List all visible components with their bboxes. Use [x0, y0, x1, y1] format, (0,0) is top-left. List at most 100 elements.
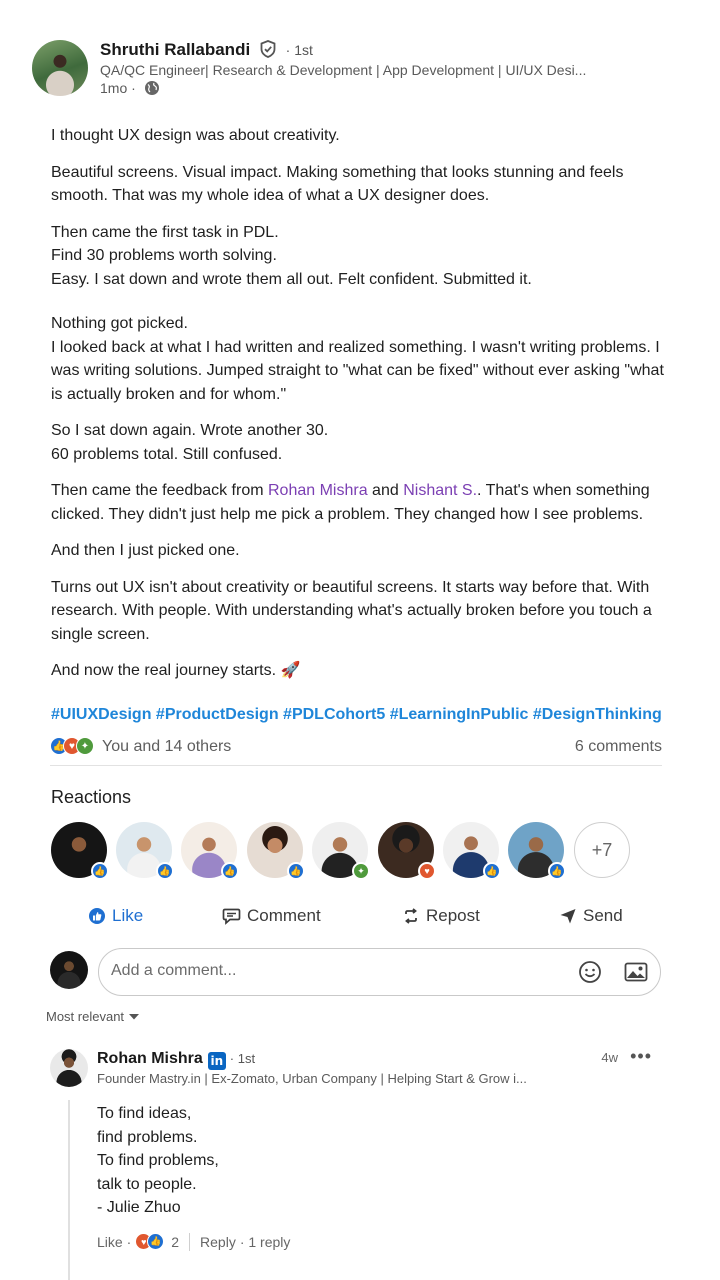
reactor-avatar[interactable]: 👍: [443, 822, 501, 880]
comment-reaction-icons: ♥ 👍: [135, 1233, 169, 1251]
celebrate-badge-icon: ✦: [352, 862, 370, 880]
thread-line: [68, 1100, 70, 1280]
like-label: Like: [112, 906, 144, 925]
paragraph-text: Then came the feedback from: [51, 482, 268, 499]
like-reaction-icon: 👍: [147, 1233, 165, 1250]
mention-nishant[interactable]: Nishant S.: [403, 482, 477, 499]
reactor-avatar[interactable]: 👍: [116, 822, 174, 880]
love-badge-icon: ♥: [418, 862, 436, 880]
comment-actions: Like · ♥ 👍 2 Reply · 1 reply: [97, 1231, 290, 1253]
comment-button[interactable]: Comment: [222, 898, 321, 934]
comment-label: Comment: [247, 906, 321, 925]
post-meta: 1mo ·: [100, 80, 160, 99]
like-badge-icon: 👍: [221, 862, 239, 880]
commenter-name-row[interactable]: Rohan Mishra in · 1st: [97, 1050, 255, 1070]
image-icon[interactable]: [624, 961, 648, 988]
send-button[interactable]: Send: [559, 898, 623, 934]
comment-time: 4w: [601, 1050, 618, 1065]
paragraph-line: 60 problems total. Still confused.: [51, 445, 283, 463]
author-name-row[interactable]: Shruthi Rallabandi · 1st: [100, 40, 313, 63]
reaction-icons: 👍 ♥ ✦: [50, 737, 98, 757]
like-badge-icon: 👍: [483, 862, 501, 880]
paragraph-line: Then came the first task in PDL.: [51, 223, 279, 241]
paragraph-text: and: [367, 482, 404, 499]
repost-icon: [405, 908, 417, 924]
paragraph: And now the real journey starts. 🚀: [51, 662, 301, 679]
thumbs-up-icon: [89, 908, 105, 924]
paragraph: Then came the first task in PDL. Find 30…: [51, 221, 671, 292]
sort-dropdown[interactable]: Most relevant: [46, 1009, 140, 1024]
send-label: Send: [583, 906, 623, 925]
comment-icon: [222, 908, 241, 925]
post-body: I thought UX design was about creativity…: [51, 124, 671, 696]
like-button[interactable]: Like: [88, 898, 143, 934]
post-header: Shruthi Rallabandi · 1st QA/QC Engineer|…: [32, 38, 652, 100]
paragraph-line: So I sat down again. Wrote another 30.: [51, 422, 329, 439]
paragraph: Then came the feedback from Rohan Mishra…: [51, 479, 671, 526]
reactions-title: Reactions: [51, 787, 132, 807]
connection-degree: · 1st: [285, 42, 313, 58]
paragraph: Nothing got picked. I looked back at wha…: [51, 312, 671, 406]
social-counts-bar[interactable]: 👍 ♥ ✦ You and 14 others 6 comments: [50, 736, 662, 760]
comment-input[interactable]: Add a comment...: [98, 948, 661, 996]
comment-item: Rohan Mishra in · 1st Founder Mastry.in | …: [50, 1046, 662, 1280]
paragraph: So I sat down again. Wrote another 30. 6…: [51, 419, 671, 466]
comment-composer: Add a comment...: [50, 948, 662, 998]
separator: [189, 1233, 191, 1251]
author-avatar[interactable]: [32, 40, 88, 96]
repost-button[interactable]: Repost: [402, 898, 480, 934]
comment-like-button[interactable]: Like ·: [97, 1234, 131, 1250]
reactions-summary[interactable]: You and 14 others: [102, 738, 231, 756]
more-options-icon[interactable]: •••: [630, 1046, 652, 1067]
comment-reaction-count[interactable]: 2: [171, 1234, 179, 1250]
comment-line: To find ideas,: [97, 1105, 192, 1122]
paragraph-line: Nothing got picked.: [51, 315, 188, 332]
reactor-avatar[interactable]: ♥: [378, 822, 436, 880]
paragraph-line: I looked back at what I had written and …: [51, 338, 664, 403]
reactor-avatar[interactable]: 👍: [51, 822, 109, 880]
verified-icon: [259, 40, 277, 63]
my-avatar: [50, 951, 88, 989]
post-action-bar: Like Comment Repost Send: [50, 898, 670, 934]
reactor-avatar[interactable]: 👍: [247, 822, 305, 880]
commenter-headline: Founder Mastry.in | Ex-Zomato, Urban Com…: [97, 1071, 527, 1086]
emoji-icon[interactable]: [578, 960, 602, 989]
reactor-avatar[interactable]: ✦: [312, 822, 370, 880]
replies-count[interactable]: · 1 reply: [240, 1234, 291, 1250]
paragraph: Turns out UX isn't about creativity or b…: [51, 578, 652, 643]
like-badge-icon: 👍: [91, 862, 109, 880]
paragraph: And then I just picked one.: [51, 542, 240, 559]
like-badge-icon: 👍: [548, 862, 566, 880]
reactor-avatar[interactable]: 👍: [508, 822, 566, 880]
reactor-avatar[interactable]: 👍: [181, 822, 239, 880]
paragraph: Beautiful screens. Visual impact. Making…: [51, 163, 624, 205]
hashtags[interactable]: #UIUXDesign #ProductDesign #PDLCohort5 #…: [51, 706, 663, 724]
linkedin-premium-icon: in: [207, 1052, 226, 1070]
commenter-degree: · 1st: [229, 1051, 256, 1066]
paragraph-line: Find 30 problems worth solving.: [51, 247, 277, 264]
author-headline: QA/QC Engineer| Research & Development |…: [100, 62, 587, 78]
post-time: 1mo ·: [100, 80, 136, 96]
commenter-name[interactable]: Rohan Mishra: [97, 1050, 203, 1067]
repost-label: Repost: [426, 906, 480, 925]
paragraph: I thought UX design was about creativity…: [51, 127, 340, 144]
like-badge-icon: 👍: [287, 862, 305, 880]
globe-icon: [144, 80, 160, 99]
commenter-avatar[interactable]: [50, 1049, 88, 1087]
comments-count[interactable]: 6 comments: [575, 738, 662, 756]
reactor-avatars: 👍 👍 👍 👍 ✦ ♥ 👍 👍 +7: [51, 822, 651, 880]
comment-line: talk to people.: [97, 1175, 197, 1193]
comment-body: To find ideas, find problems. To find pr…: [97, 1102, 219, 1220]
comment-line: - Julie Zhuo: [97, 1199, 181, 1216]
reply-button[interactable]: Reply: [200, 1234, 236, 1250]
comment-placeholder: Add a comment...: [111, 962, 237, 979]
sort-label: Most relevant: [46, 1009, 125, 1024]
author-name[interactable]: Shruthi Rallabandi: [100, 40, 250, 59]
celebrate-reaction-icon: ✦: [76, 737, 94, 755]
more-reactors-button[interactable]: +7: [574, 822, 630, 878]
paragraph-line: Easy. I sat down and wrote them all out.…: [51, 270, 532, 288]
send-icon: [560, 909, 576, 924]
divider: [50, 765, 662, 766]
mention-rohan[interactable]: Rohan Mishra: [268, 482, 368, 499]
caret-down-icon: [129, 1013, 140, 1019]
